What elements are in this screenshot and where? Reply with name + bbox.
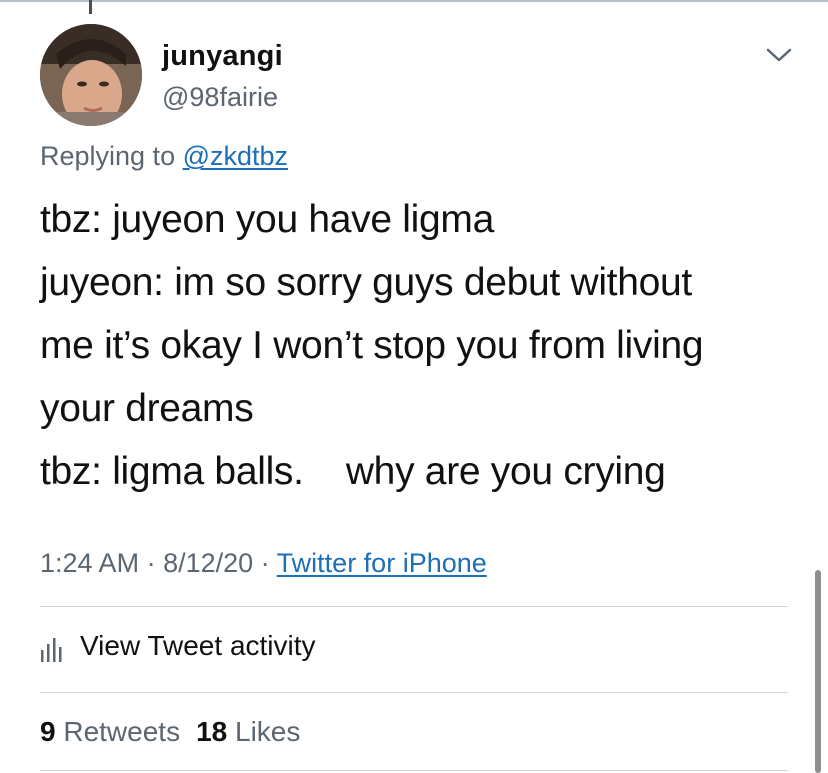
divider xyxy=(40,606,788,607)
tweet-line: me it’s okay I won’t stop you from livin… xyxy=(40,324,704,367)
display-name[interactable]: junyangi xyxy=(162,40,283,73)
bar-chart-icon xyxy=(41,638,62,662)
meta-separator: · xyxy=(253,548,277,578)
meta-separator: · xyxy=(139,548,164,578)
user-handle[interactable]: @98fairie xyxy=(162,82,278,113)
tweet-text: tbz: juyeon you have ligma juyeon: im so… xyxy=(40,188,810,503)
divider xyxy=(40,692,788,693)
likes-stat[interactable]: 18 Likes xyxy=(196,716,300,747)
replying-to: Replying to @zkdtbz xyxy=(40,141,288,172)
tweet-line: tbz: juyeon you have ligma xyxy=(40,198,494,241)
scrollbar[interactable] xyxy=(815,570,821,773)
likes-count: 18 xyxy=(196,716,228,747)
thread-connector-line xyxy=(89,0,92,14)
top-border xyxy=(0,0,828,2)
retweets-count: 9 xyxy=(40,716,56,747)
view-tweet-activity-label: View Tweet activity xyxy=(80,630,316,661)
reply-mention-link[interactable]: @zkdtbz xyxy=(183,141,288,171)
tweet-line: tbz: ligma balls. why are you crying xyxy=(40,450,666,493)
tweet-line: juyeon: im so sorry guys debut without xyxy=(40,261,692,304)
chevron-down-icon[interactable] xyxy=(764,44,794,66)
tweet-line: your dreams xyxy=(40,387,254,430)
tweet-time: 1:24 AM xyxy=(40,548,140,578)
tweet-stats: 9 Retweets 18 Likes xyxy=(40,716,300,748)
view-tweet-activity-button[interactable]: View Tweet activity xyxy=(40,630,316,662)
likes-label: Likes xyxy=(235,716,301,747)
retweets-stat[interactable]: 9 Retweets xyxy=(40,716,180,747)
divider xyxy=(40,770,788,771)
retweets-label: Retweets xyxy=(63,716,181,747)
tweet-metadata: 1:24 AM · 8/12/20 · Twitter for iPhone xyxy=(40,548,487,579)
replying-to-label: Replying to xyxy=(40,141,183,171)
tweet-date: 8/12/20 xyxy=(163,548,254,578)
tweet-source-link[interactable]: Twitter for iPhone xyxy=(277,548,487,578)
avatar[interactable] xyxy=(40,24,142,126)
